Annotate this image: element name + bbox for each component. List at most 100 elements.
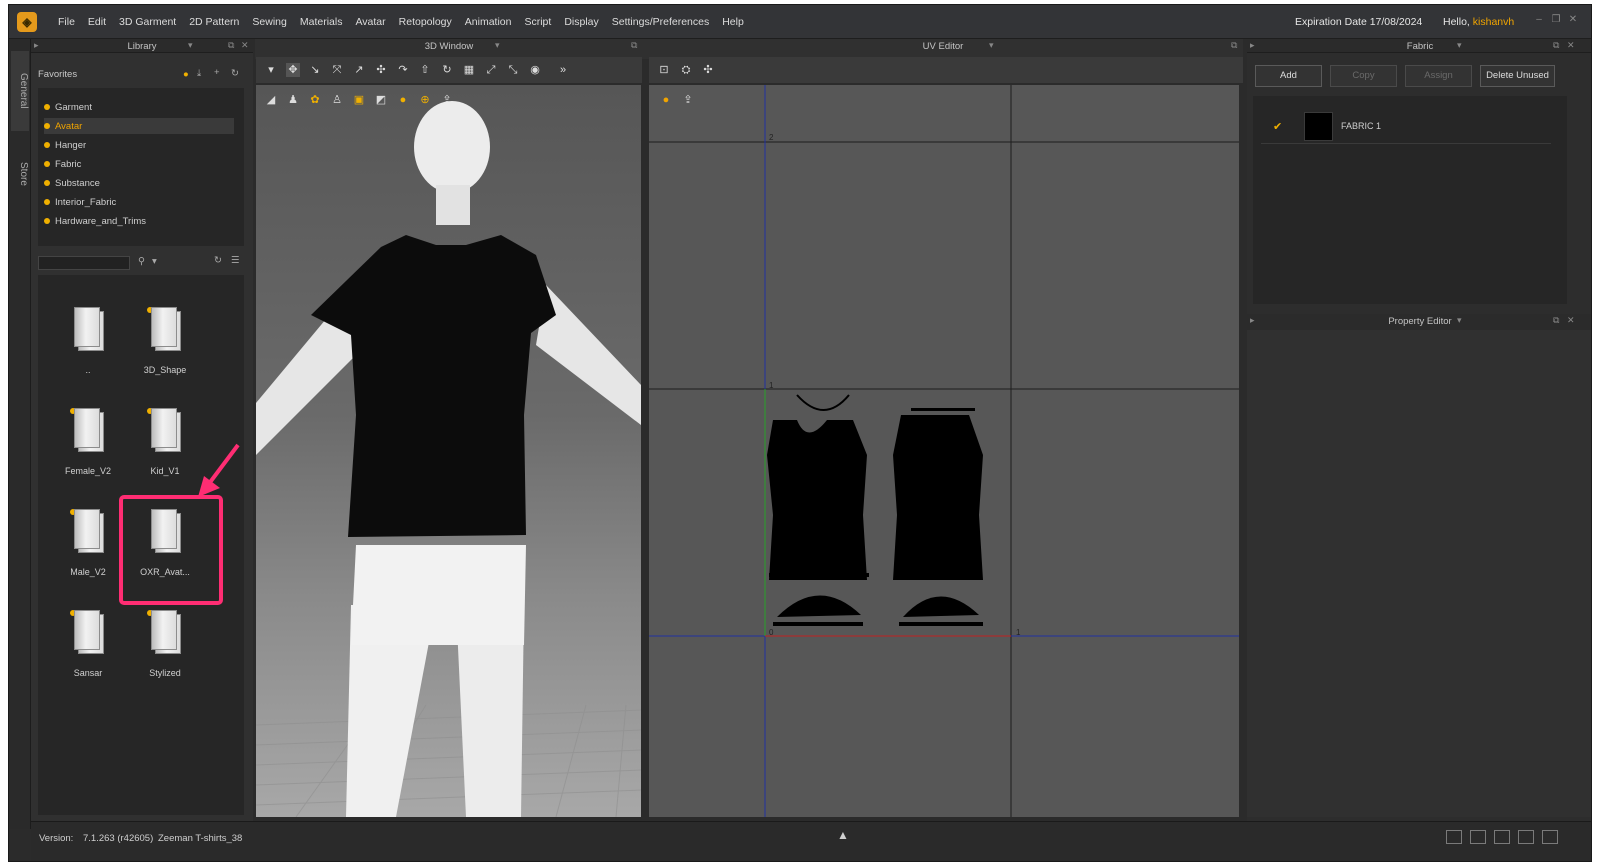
folder-icon	[72, 509, 106, 555]
menu-3d-garment[interactable]: 3D Garment	[119, 16, 176, 28]
project-name: Zeeman T-shirts_38	[158, 833, 243, 844]
menu-edit[interactable]: Edit	[88, 16, 106, 28]
undock-icon[interactable]: ⧉	[228, 40, 234, 51]
undock-icon[interactable]: ⧉	[1231, 40, 1237, 51]
list-view-icon[interactable]: ☰	[231, 255, 240, 266]
add-icon[interactable]: +	[214, 67, 220, 78]
menu-script[interactable]: Script	[524, 16, 551, 28]
favorite-substance[interactable]: Substance	[44, 175, 234, 191]
undock-icon[interactable]: ⧉	[631, 40, 637, 51]
layout-split-icon[interactable]	[1470, 830, 1486, 844]
fabric-header: ▸ Fabric ▾ ⧉ ✕	[1247, 39, 1591, 53]
favorite-fabric[interactable]: Fabric	[44, 156, 234, 172]
dropdown-icon[interactable]: ▾	[495, 40, 500, 51]
favorite-garment[interactable]: Garment	[44, 99, 234, 115]
menu-animation[interactable]: Animation	[465, 16, 512, 28]
uv-toolbar: ⊡ ⛭ ✣	[649, 57, 1243, 83]
uv-editor-header: UV Editor ▾ ⧉	[643, 39, 1243, 59]
tab-general[interactable]: General	[11, 51, 29, 131]
folder-female-v2[interactable]: Female_V2	[58, 408, 118, 486]
dropdown-icon[interactable]: ▾	[989, 40, 994, 51]
uv-arrange-icon[interactable]: ✣	[701, 63, 715, 77]
fabric-assign-button[interactable]: Assign	[1405, 65, 1472, 87]
favorite-star-icon[interactable]: ●	[183, 69, 189, 80]
expand-up-icon[interactable]: ▲	[837, 828, 849, 842]
measure-icon[interactable]: ⇧	[418, 63, 432, 77]
layout-single-icon[interactable]	[1446, 830, 1462, 844]
select-icon[interactable]: ▾	[264, 63, 278, 77]
refresh-icon[interactable]: ↻	[231, 68, 239, 79]
favorite-interior-fabric[interactable]: Interior_Fabric	[44, 194, 234, 210]
uv-select-icon[interactable]: ⊡	[657, 63, 671, 77]
fabric-item[interactable]: ✔ FABRIC 1	[1261, 106, 1551, 144]
folder-male-v2[interactable]: Male_V2	[58, 509, 118, 587]
favorite-label: Fabric	[55, 158, 82, 170]
uv-transform-icon[interactable]: ⛭	[679, 63, 693, 77]
arrange-icon[interactable]: ↗	[352, 63, 366, 77]
layout-quad-icon[interactable]	[1518, 830, 1534, 844]
folder-label: Stylized	[149, 668, 181, 678]
side-tabs: General Store	[9, 39, 31, 829]
menu-materials[interactable]: Materials	[300, 16, 343, 28]
favorite-hardware-trims[interactable]: Hardware_and_Trims	[44, 213, 234, 229]
pin-icon[interactable]: ↷	[396, 63, 410, 77]
library-search-input[interactable]	[38, 256, 130, 270]
folder-sansar[interactable]: Sansar	[58, 610, 118, 688]
minimize-icon[interactable]: –	[1533, 14, 1545, 26]
folder-label: 3D_Shape	[143, 365, 187, 375]
expand-icon[interactable]: »	[556, 63, 570, 77]
uv-editor-canvas[interactable]: ● ⇪ 2 1 0 1	[649, 85, 1239, 817]
favorite-hanger[interactable]: Hanger	[44, 137, 234, 153]
dropdown-icon[interactable]: ▾	[1457, 40, 1462, 51]
folder-label: Kid_V1	[150, 466, 180, 476]
menu-retopology[interactable]: Retopology	[399, 16, 452, 28]
menu-help[interactable]: Help	[722, 16, 744, 28]
menu-2d-pattern[interactable]: 2D Pattern	[189, 16, 239, 28]
menu-file[interactable]: File	[58, 16, 75, 28]
panel-close-icon[interactable]: ✕	[1567, 315, 1575, 326]
maximize-icon[interactable]: ❐	[1550, 14, 1562, 26]
refresh-list-icon[interactable]: ↻	[214, 255, 222, 266]
username[interactable]: kishanvh	[1473, 16, 1514, 28]
3d-viewport[interactable]: ◢ ♟ ✿ ♙ ▣ ◩ ● ⊕ ⇪	[256, 85, 641, 817]
panel-close-icon[interactable]: ✕	[1567, 40, 1575, 51]
dropdown-icon[interactable]: ▾	[188, 40, 193, 51]
layout-custom-icon[interactable]	[1542, 830, 1558, 844]
undock-icon[interactable]: ⧉	[1553, 40, 1559, 51]
fabric-add-button[interactable]: Add	[1255, 65, 1322, 87]
favorites-list: Garment Avatar Hanger Fabric Substance I…	[38, 88, 244, 246]
undock-icon[interactable]: ⧉	[1553, 315, 1559, 326]
tab-store[interactable]: Store	[11, 144, 29, 204]
rotate-icon[interactable]: ↻	[440, 63, 454, 77]
search-dropdown-icon[interactable]: ▾	[152, 256, 157, 267]
favorite-avatar[interactable]: Avatar	[44, 118, 234, 134]
folder-dot-icon	[44, 104, 50, 110]
close-icon[interactable]: ✕	[1567, 14, 1579, 26]
layout-three-icon[interactable]	[1494, 830, 1510, 844]
menu-sewing[interactable]: Sewing	[252, 16, 286, 28]
tack-icon[interactable]: ⤧	[330, 63, 344, 77]
fold-icon[interactable]: ↘	[308, 63, 322, 77]
dropdown-icon[interactable]: ▾	[1457, 315, 1462, 326]
fabric-copy-button[interactable]: Copy	[1330, 65, 1397, 87]
record-icon[interactable]: ◉	[528, 63, 542, 77]
clo-logo-icon[interactable]: ◈	[17, 12, 37, 32]
folder-stylized[interactable]: Stylized	[135, 610, 195, 688]
folder-parent[interactable]: ..	[58, 307, 118, 385]
transform-icon[interactable]: ⤡	[506, 63, 520, 77]
folder-3d-shape[interactable]: 3D_Shape	[135, 307, 195, 385]
menu-display[interactable]: Display	[564, 16, 598, 28]
folder-kid-v1[interactable]: Kid_V1	[135, 408, 195, 486]
delete-unused-button[interactable]: Delete Unused	[1480, 65, 1555, 87]
download-icon[interactable]: ⤓	[197, 68, 201, 79]
grid-icon[interactable]: ▦	[462, 63, 476, 77]
checkmark-icon[interactable]: ✔	[1273, 120, 1282, 133]
panel-close-icon[interactable]: ✕	[241, 40, 249, 51]
garment-icon[interactable]: ✣	[374, 63, 388, 77]
search-icon[interactable]: ⚲	[138, 256, 145, 267]
menu-avatar[interactable]: Avatar	[355, 16, 385, 28]
menu-settings[interactable]: Settings/Preferences	[612, 16, 709, 28]
move-icon[interactable]: ✥	[286, 63, 300, 77]
line-icon[interactable]: ⤢	[484, 63, 498, 77]
property-editor-title: Property Editor	[1388, 316, 1452, 327]
